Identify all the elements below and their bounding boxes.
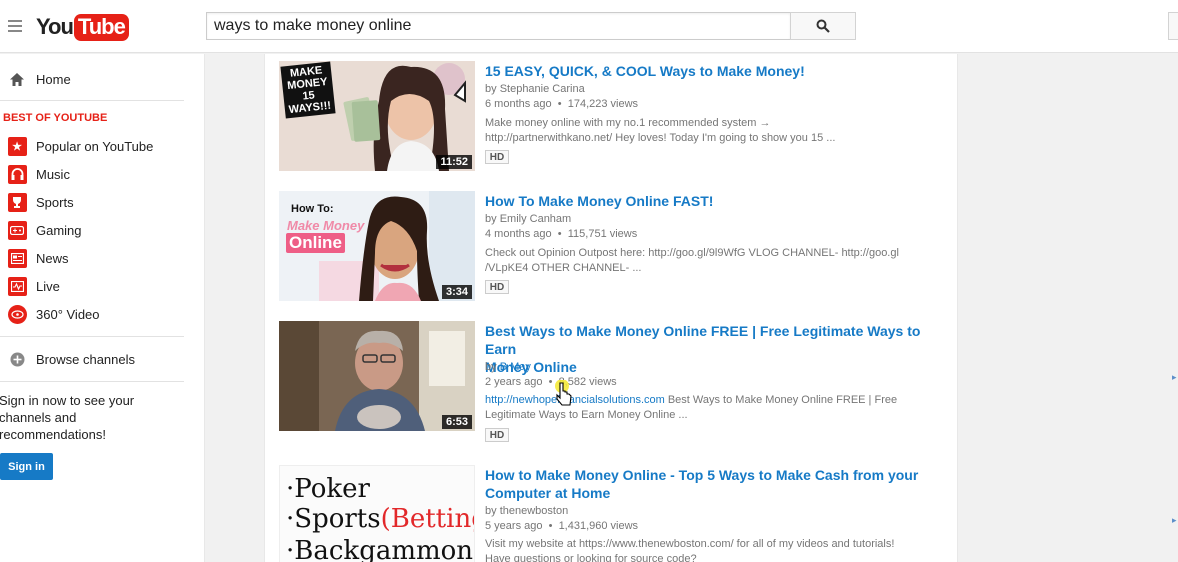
video-byline: by B May [485, 361, 531, 373]
sidebar-item-browse-channels[interactable]: Browse channels [0, 345, 184, 373]
sidebar-item-popular[interactable]: ★ Popular on YouTube [0, 132, 184, 160]
sidebar-item-music[interactable]: Music [0, 160, 184, 188]
divider [0, 336, 184, 337]
sidebar-item-label: Popular on YouTube [36, 138, 154, 154]
search-results: MAKE MONEY 15 WAYS!!! 11:52 15 EASY, QUI… [264, 54, 958, 562]
video-thumbnail[interactable]: MAKE MONEY 15 WAYS!!! 11:52 [279, 61, 475, 171]
video-duration: 6:53 [441, 415, 472, 429]
search-icon [816, 19, 830, 33]
sidebar-item-sports[interactable]: Sports [0, 188, 184, 216]
home-icon [7, 69, 27, 89]
video-title[interactable]: How to Make Money Online - Top 5 Ways to… [485, 466, 945, 502]
sidebar-item-label: Live [36, 278, 60, 294]
video-thumbnail[interactable]: 6:53 [279, 321, 475, 431]
thumbnail-caption: ·Backgammon [286, 536, 474, 562]
header-upload-button[interactable] [1168, 12, 1178, 40]
section-title: BEST OF YOUTUBE [3, 112, 108, 124]
channel-link[interactable]: Stephanie Carina [500, 83, 585, 95]
video-description: Check out Opinion Outpost here: http://g… [485, 247, 899, 274]
video-duration: 3:34 [441, 285, 472, 299]
video-byline: by Stephanie Carina [485, 83, 585, 95]
sidebar-item-label: Home [36, 71, 71, 87]
trophy-icon [7, 192, 27, 212]
divider [0, 100, 184, 101]
sidebar-item-news[interactable]: News [0, 244, 184, 272]
video-byline: by Emily Canham [485, 213, 572, 225]
channel-link[interactable]: B May [500, 361, 531, 373]
sidebar-item-live[interactable]: Live [0, 272, 184, 300]
360-icon [7, 304, 27, 324]
thumbnail-caption: ·Sports(Betting) [286, 504, 474, 534]
plus-circle-icon [7, 349, 27, 369]
divider [0, 381, 184, 382]
video-title[interactable]: How To Make Money Online FAST! [485, 192, 945, 210]
newspaper-icon [7, 248, 27, 268]
thumbnail-caption: Online [286, 233, 345, 253]
list-item: MAKE MONEY 15 WAYS!!! 11:52 15 EASY, QUI… [279, 61, 949, 179]
hd-badge: HD [485, 428, 509, 442]
video-thumbnail[interactable]: How To: Make Money Online 3:34 [279, 191, 475, 301]
masthead: You Tube ways to make money online [0, 0, 1178, 53]
star-icon: ★ [7, 136, 27, 156]
video-stats: 4 months ago • 115,751 views [485, 228, 638, 240]
channel-link[interactable]: thenewboston [500, 505, 569, 517]
headphones-icon [7, 164, 27, 184]
video-stats: 5 years ago • 1,431,960 views [485, 520, 639, 532]
search-button[interactable] [790, 12, 856, 40]
sidebar-item-home[interactable]: Home [0, 65, 184, 93]
video-title[interactable]: 15 EASY, QUICK, & COOL Ways to Make Mone… [485, 62, 945, 80]
scroll-indicator: ▸ [1172, 515, 1177, 525]
video-description: Visit my website at https://www.thenewbo… [485, 538, 895, 562]
live-icon [7, 276, 27, 296]
list-item: How To: Make Money Online 3:34 How To Ma… [279, 191, 949, 309]
list-item: ·Poker ·Sports(Betting) ·Backgammon How … [279, 465, 949, 562]
video-duration: 11:52 [436, 155, 472, 169]
signin-prompt: Sign in now to see your channels and rec… [0, 393, 135, 442]
search-input[interactable]: ways to make money online [206, 12, 791, 40]
thumbnail-caption: ·Poker [286, 474, 370, 504]
gamepad-icon [7, 220, 27, 240]
channel-link[interactable]: Emily Canham [500, 213, 572, 225]
thumbnail-caption: MAKE MONEY 15 WAYS!!! [280, 61, 336, 119]
video-stats: 6 months ago • 174,223 views [485, 98, 639, 110]
list-item: 6:53 Best Ways to Make Money Online FREE… [279, 321, 949, 453]
sidebar-item-label: Browse channels [36, 351, 135, 367]
sidebar-item-label: Gaming [36, 222, 82, 238]
video-byline: by thenewboston [485, 505, 569, 517]
youtube-logo[interactable]: You Tube [36, 12, 129, 42]
sidebar-item-label: News [36, 250, 69, 266]
hd-badge: HD [485, 150, 509, 164]
video-thumbnail[interactable]: ·Poker ·Sports(Betting) ·Backgammon [279, 465, 475, 562]
sidebar-item-label: Music [36, 166, 70, 182]
sidebar-item-label: 360° Video [36, 306, 100, 322]
hd-badge: HD [485, 280, 509, 294]
guide-menu-icon[interactable] [8, 20, 22, 32]
thumbnail-caption: How To: [291, 203, 334, 215]
video-stats: 2 years ago • 8,582 views [485, 376, 617, 388]
scroll-indicator: ▸ [1172, 372, 1177, 382]
video-description: Make money online with my no.1 recommend… [485, 117, 836, 144]
sidebar-item-gaming[interactable]: Gaming [0, 216, 184, 244]
thumbnail-caption: Make Money [287, 218, 365, 233]
sign-in-button[interactable]: Sign in [0, 453, 53, 480]
sidebar-item-360-video[interactable]: 360° Video [0, 300, 184, 328]
guide-sidebar: Home BEST OF YOUTUBE ★ Popular on YouTub… [0, 54, 205, 562]
mouse-cursor-icon [555, 380, 572, 406]
sidebar-item-label: Sports [36, 194, 74, 210]
